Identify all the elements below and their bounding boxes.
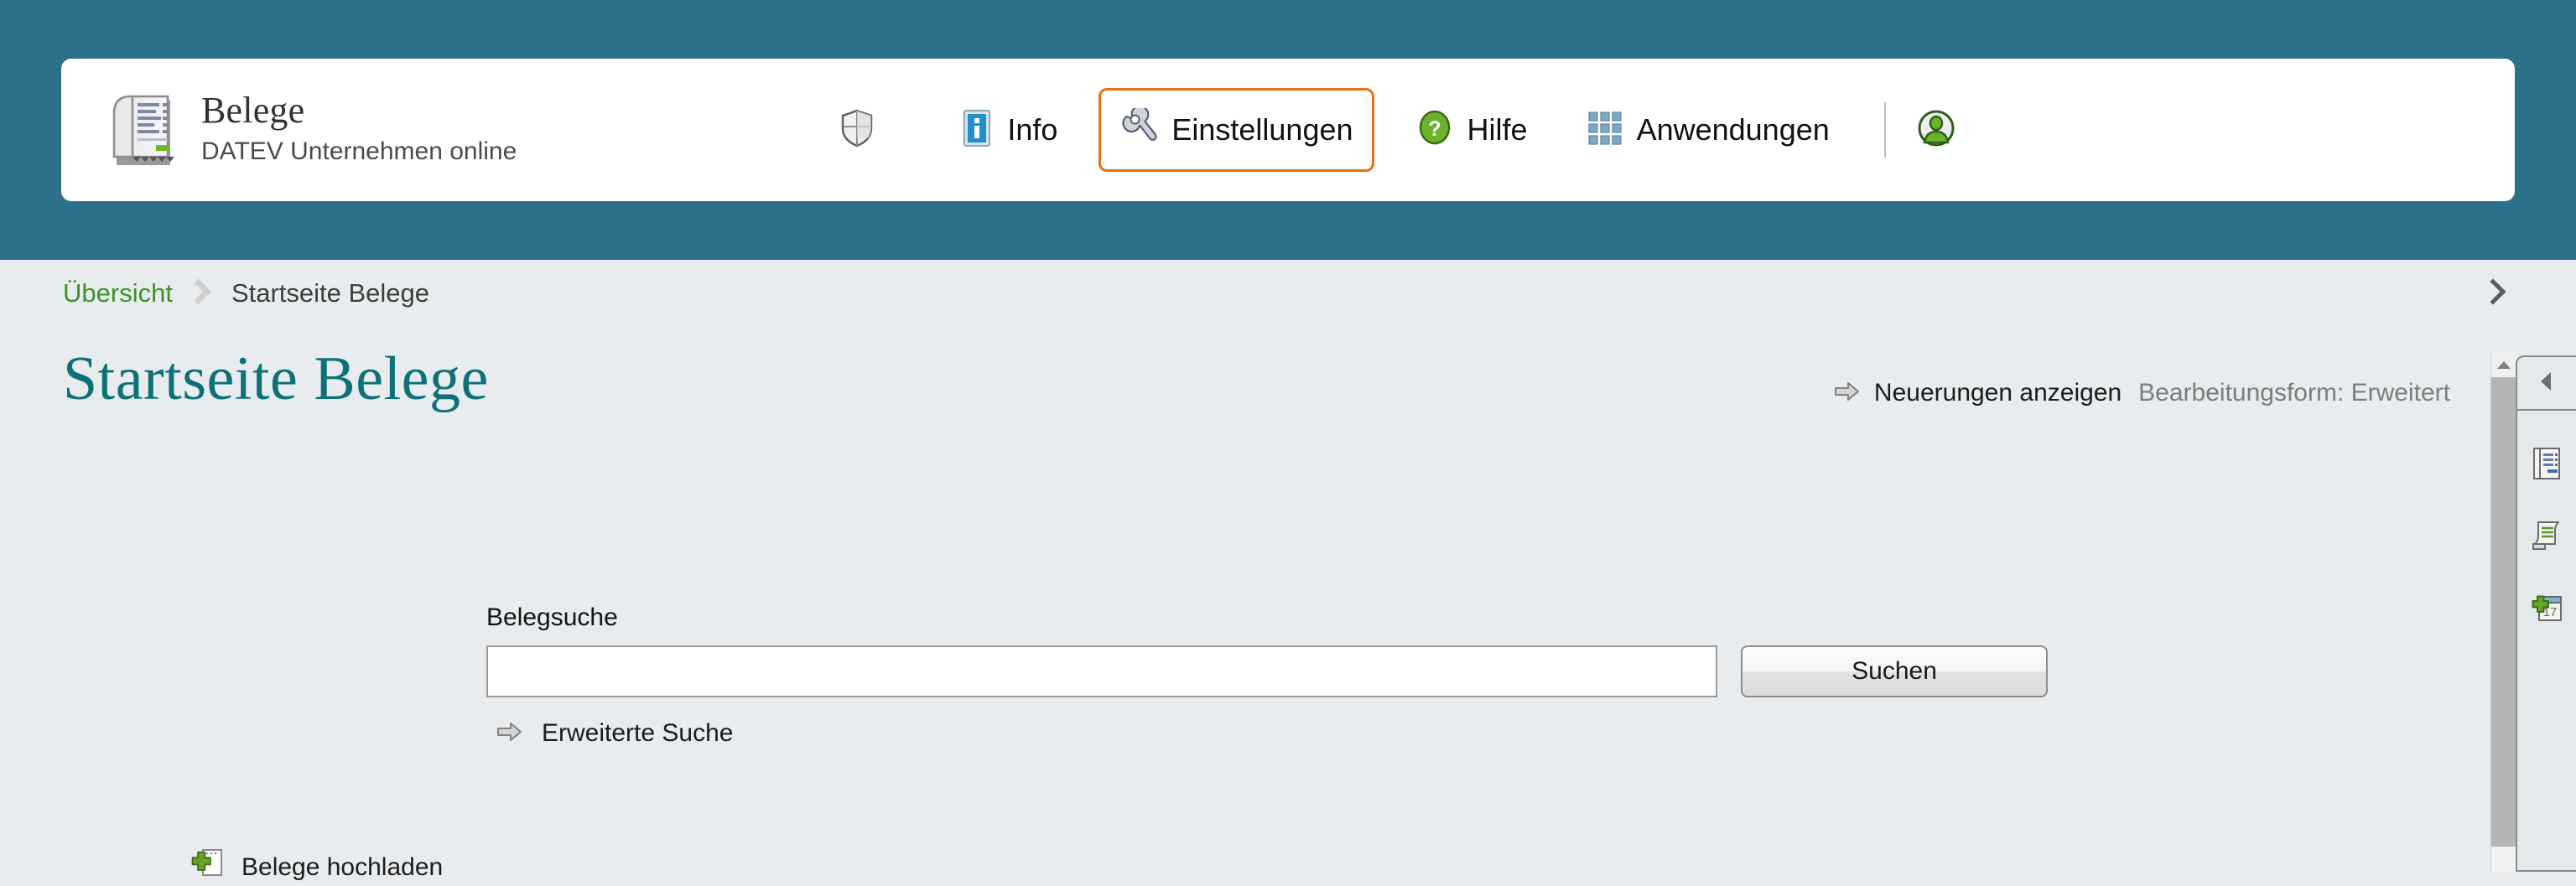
chevron-right-icon [191, 277, 213, 310]
arrow-right-icon [1834, 381, 1861, 407]
nav-label-einstellungen: Einstellungen [1171, 112, 1353, 147]
svg-text:?: ? [1428, 117, 1441, 141]
scroll-list-icon[interactable] [2530, 519, 2563, 557]
breadcrumb-link-uebersicht[interactable]: Übersicht [63, 278, 173, 308]
upload-documents-label: Belege hochladen [242, 852, 444, 881]
panel-icon-list: 17 [2517, 411, 2576, 630]
nav-label-anwendungen: Anwendungen [1636, 112, 1830, 147]
shield-icon [839, 108, 875, 153]
vertical-scrollbar[interactable] [2490, 352, 2516, 872]
account-button[interactable] [1914, 88, 1958, 172]
nav-item-shield[interactable] [818, 88, 909, 172]
brand-subtitle: DATEV Unternehmen online [201, 137, 517, 165]
brand[interactable]: Belege DATEV Unternehmen online [107, 88, 517, 172]
header-bar: Belege DATEV Unternehmen online Info Ein… [0, 0, 2576, 260]
advanced-search-link[interactable]: Erweiterte Suche [542, 719, 733, 748]
search-label: Belegsuche [486, 604, 618, 631]
page-content: Startseite Belege Neuerungen anzeigen Be… [0, 327, 2519, 881]
header-card: Belege DATEV Unternehmen online Info Ein… [61, 59, 2515, 201]
nav-label-hilfe: Hilfe [1467, 112, 1528, 147]
breadcrumb: Übersicht Startseite Belege [0, 260, 2576, 327]
nav-item-hilfe[interactable]: ? Hilfe [1396, 88, 1549, 172]
advanced-search-row[interactable]: Erweiterte Suche [496, 719, 2048, 748]
scrollbar-thumb[interactable] [2491, 377, 2516, 847]
search-row: Suchen [486, 645, 2048, 697]
nav-item-info[interactable]: Info [939, 88, 1078, 172]
triangle-up-icon[interactable] [2491, 352, 2516, 377]
search-input[interactable] [486, 645, 1717, 697]
breadcrumb-expand-chevron-right-icon[interactable] [2485, 275, 2511, 313]
receipt-icon [107, 88, 174, 172]
news-link[interactable]: Neuerungen anzeigen [1874, 379, 2122, 407]
apps-grid-icon [1587, 110, 1623, 151]
upload-documents-row[interactable]: Belege hochladen [191, 848, 443, 886]
main-nav: Info Einstellungen ? Hilfe Anwendungen [818, 59, 1957, 201]
arrow-right-icon [496, 721, 523, 747]
add-calendar-icon[interactable]: 17 [2529, 590, 2564, 630]
triangle-left-icon [2537, 370, 2556, 397]
panel-collapse-button[interactable] [2517, 357, 2576, 411]
nav-item-anwendungen[interactable]: Anwendungen [1566, 88, 1851, 172]
search-form: Belegsuche Suchen Erweiterte Suche [486, 604, 2048, 748]
brand-title: Belege [201, 89, 305, 131]
page-title: Startseite Belege [63, 345, 489, 413]
add-document-icon [191, 848, 225, 886]
nav-label-info: Info [1007, 112, 1058, 147]
edit-mode-note: Bearbeitungsform: Erweitert [2138, 379, 2450, 407]
wrench-icon [1119, 105, 1158, 153]
right-side-panel: 17 [2516, 355, 2576, 872]
page-meta-row: Neuerungen anzeigen Bearbeitungsform: Er… [1834, 379, 2450, 407]
search-button[interactable]: Suchen [1741, 645, 2048, 697]
user-avatar-icon [1917, 109, 1955, 152]
nav-item-einstellungen[interactable]: Einstellungen [1098, 88, 1374, 172]
nav-divider [1883, 102, 1886, 158]
brand-text: Belege DATEV Unternehmen online [201, 91, 517, 169]
help-icon: ? [1417, 108, 1454, 153]
breadcrumb-current: Startseite Belege [231, 278, 430, 308]
document-list-icon[interactable] [2531, 446, 2563, 485]
info-icon [960, 108, 994, 153]
